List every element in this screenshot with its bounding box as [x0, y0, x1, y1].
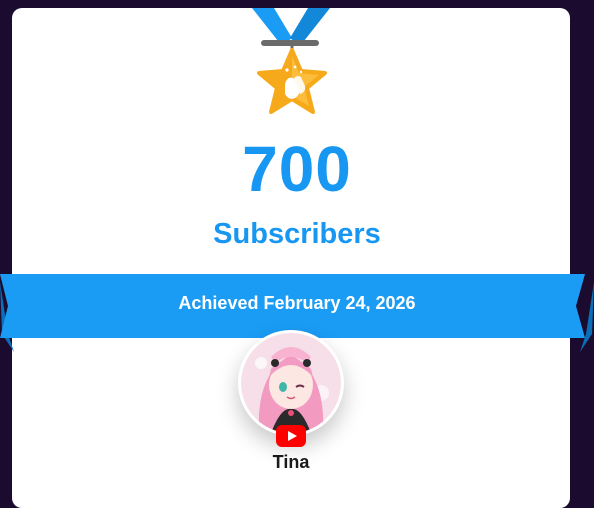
star-medal-clapping-icon [257, 40, 327, 114]
achieved-date-text: Achieved February 24, 2026 [178, 293, 416, 313]
avatar-image [241, 333, 341, 433]
milestone-unit-label: Subscribers [213, 218, 381, 250]
avatar[interactable] [238, 330, 344, 436]
channel-name: Tina [272, 452, 310, 472]
youtube-icon [276, 425, 306, 447]
milestone-count: 700 [242, 133, 352, 205]
